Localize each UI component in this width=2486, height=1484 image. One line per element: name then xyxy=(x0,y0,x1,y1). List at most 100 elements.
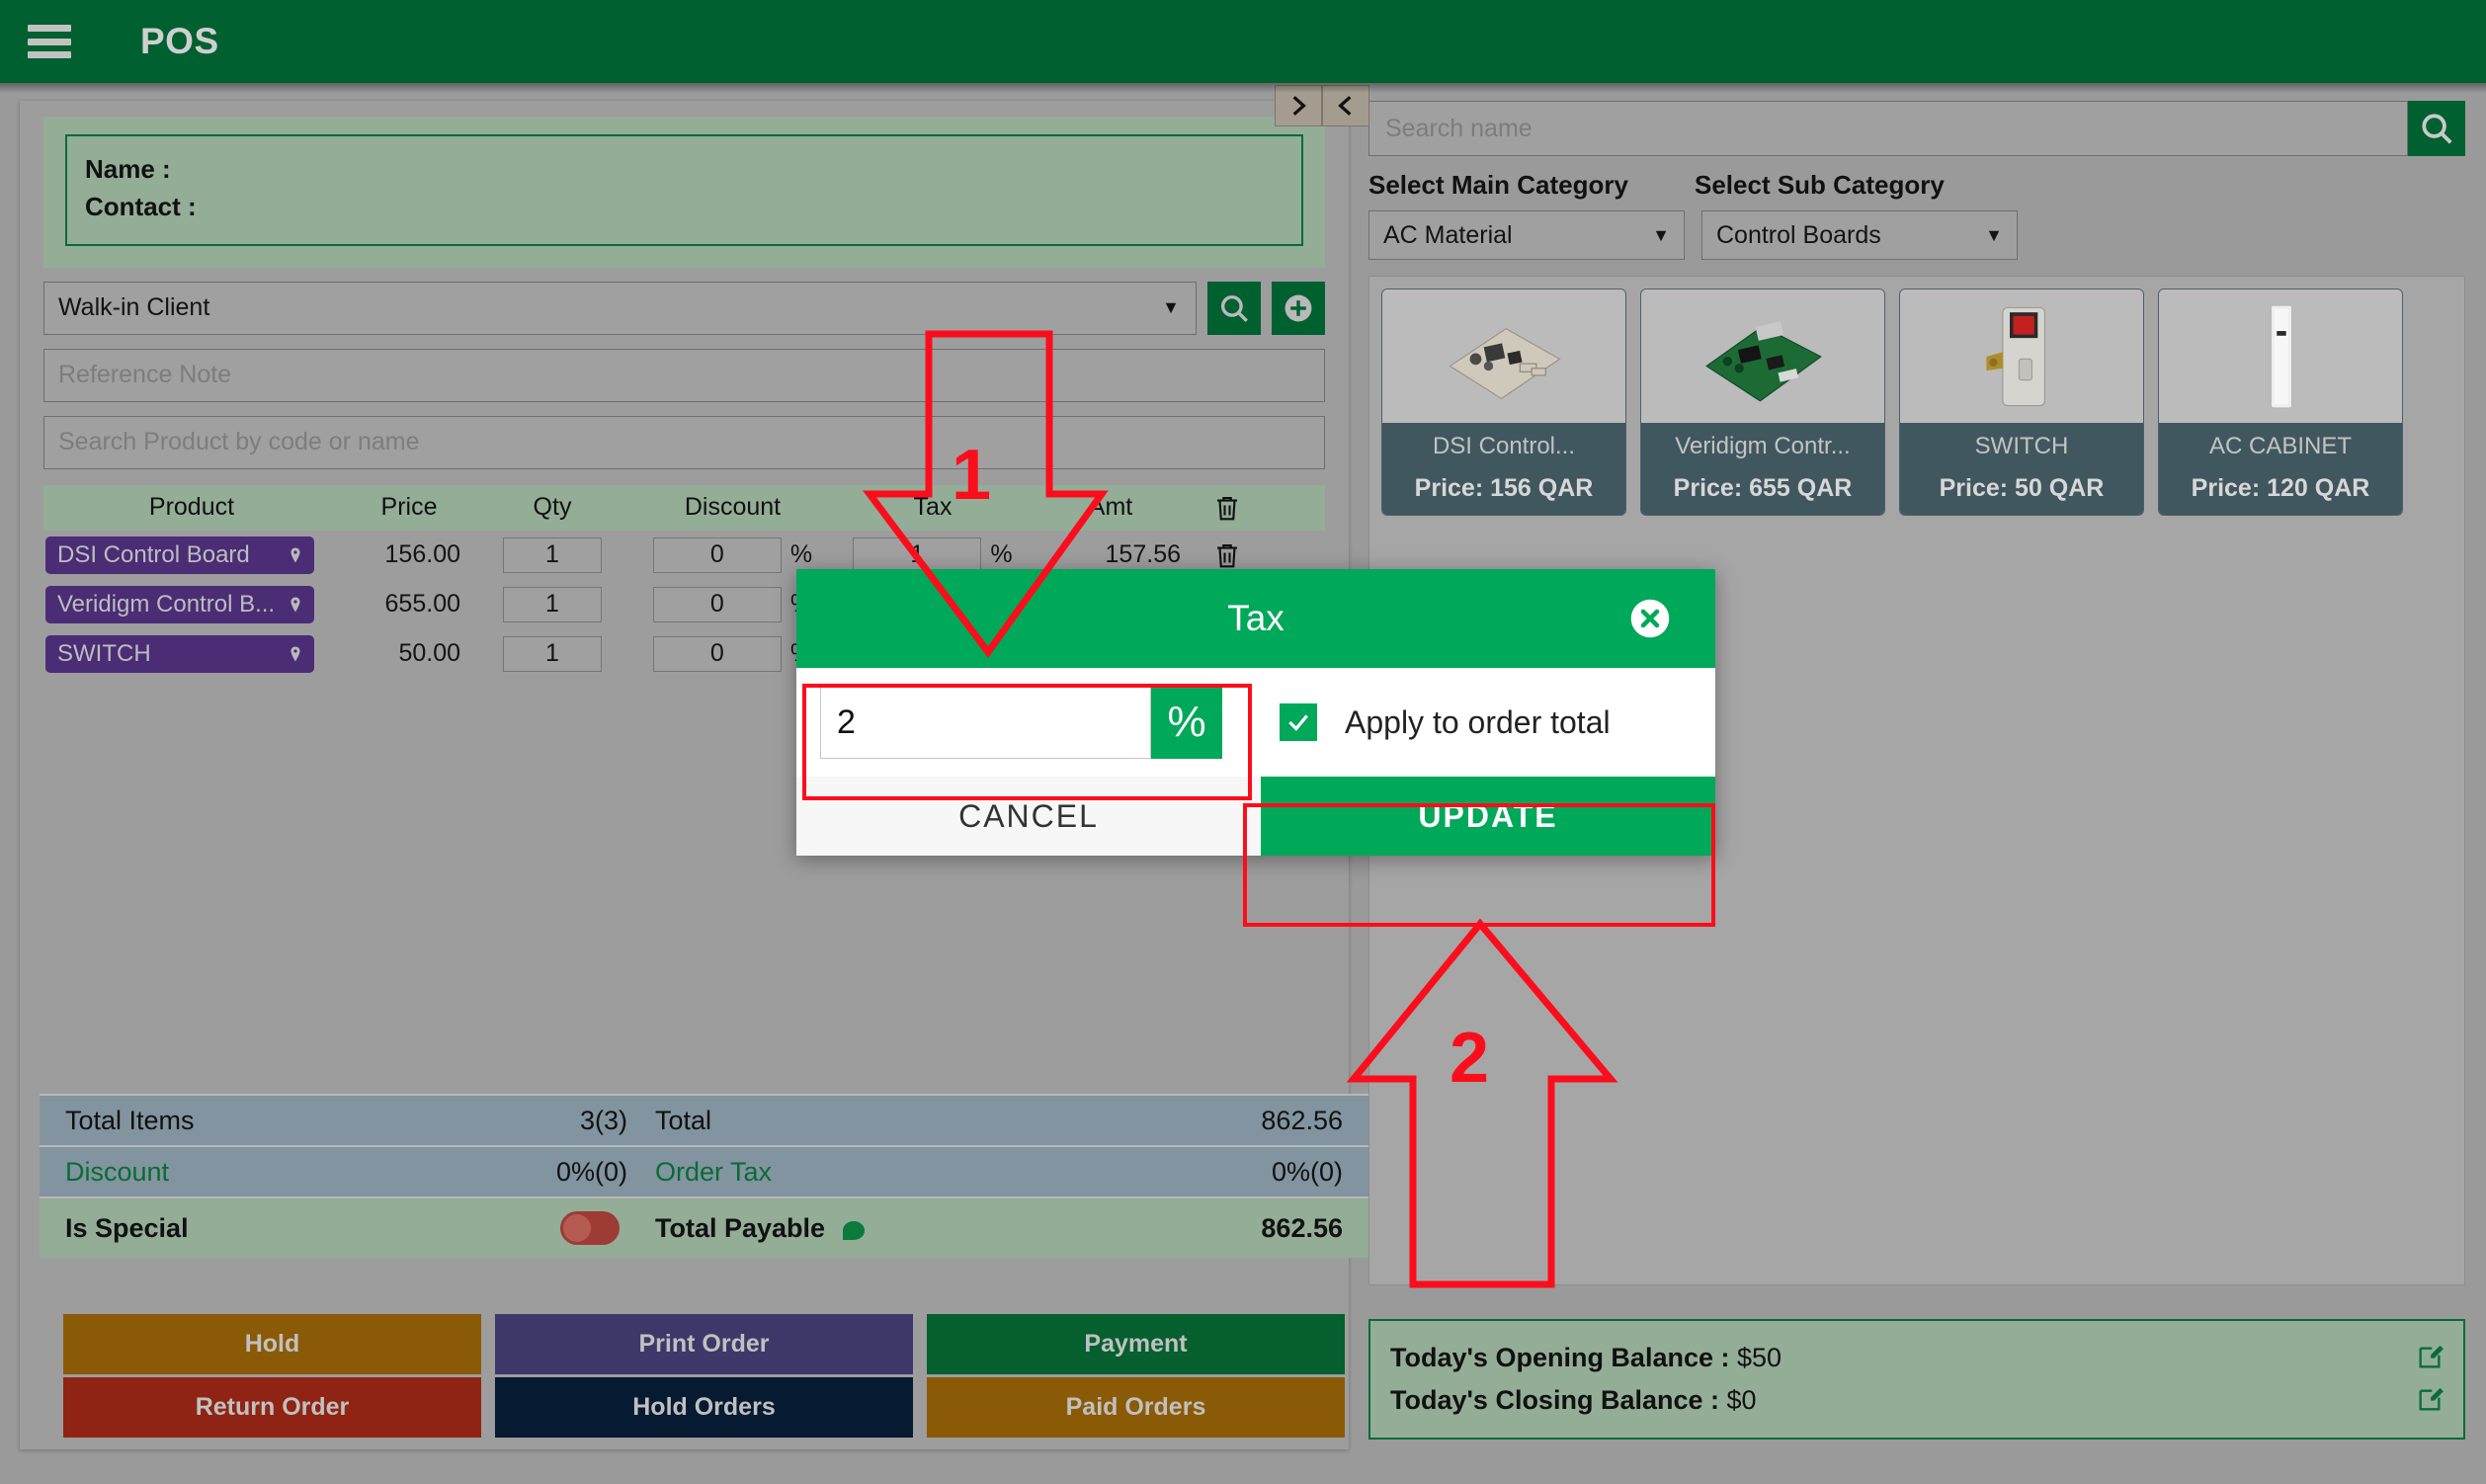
col-qty: Qty xyxy=(533,493,572,522)
cart-price: 655.00 xyxy=(384,590,460,618)
catalog-search-row: Search name xyxy=(1368,101,2465,156)
order-tax-value: 0%(0) xyxy=(1271,1156,1343,1187)
cart-qty-input[interactable]: 1 xyxy=(503,586,602,622)
tax-unit-toggle[interactable]: % xyxy=(1151,686,1222,759)
search-icon xyxy=(2422,114,2452,144)
cart-product-name: DSI Control Board xyxy=(57,540,250,568)
cabinet-image xyxy=(2270,303,2293,409)
total-items-value: 3(3) xyxy=(579,1105,627,1135)
page-title: POS xyxy=(140,21,219,61)
discount-value: 0%(0) xyxy=(555,1156,627,1187)
balance-box: Today's Opening Balance : $50 Today's Cl… xyxy=(1368,1318,2465,1440)
product-card[interactable]: AC CABINET Price: 120 QAR xyxy=(2158,289,2403,516)
cart-product-tag[interactable]: SWITCH xyxy=(45,634,314,673)
product-image xyxy=(2159,289,2402,423)
map-pin-icon xyxy=(290,547,300,563)
add-customer-button[interactable] xyxy=(1272,281,1325,335)
product-image xyxy=(1900,289,2143,423)
product-card[interactable]: SWITCH Price: 50 QAR xyxy=(1899,289,2144,516)
cart-product-tag[interactable]: Veridigm Control B... xyxy=(45,585,314,623)
cart-discount-input[interactable]: 0 xyxy=(652,586,782,622)
col-tax: Tax xyxy=(913,493,953,522)
product-price: Price: 50 QAR xyxy=(1939,474,2105,502)
product-name: Veridigm Contr... xyxy=(1675,433,1851,459)
search-icon xyxy=(1220,294,1248,322)
chevron-down-icon: ▼ xyxy=(1162,297,1180,318)
customer-contact-label: Contact : xyxy=(85,192,197,222)
update-button[interactable]: UPDATE xyxy=(1261,777,1715,856)
clear-cart-button[interactable] xyxy=(1195,492,1260,524)
col-amt: Amt xyxy=(1088,493,1133,522)
opening-balance-value: $50 xyxy=(1737,1342,1782,1372)
edit-pencil-icon[interactable] xyxy=(2416,1386,2444,1414)
tax-input-group: 2 % xyxy=(796,668,1246,777)
main-category-label: Select Main Category xyxy=(1368,170,1628,200)
cart-qty-input[interactable]: 1 xyxy=(503,536,602,573)
discount-label[interactable]: Discount xyxy=(40,1157,430,1188)
cart-qty-input[interactable]: 1 xyxy=(503,635,602,672)
total-payable-value: 862.56 xyxy=(1261,1212,1343,1243)
sub-category-select[interactable]: Control Boards ▼ xyxy=(1701,210,2018,260)
cart-product-tag[interactable]: DSI Control Board xyxy=(45,536,314,574)
tax-unit: % xyxy=(990,540,1013,569)
comment-bubble-icon[interactable] xyxy=(842,1220,865,1240)
toggle-knob xyxy=(563,1214,591,1242)
product-image xyxy=(1641,289,1884,423)
opening-balance-row: Today's Opening Balance : $50 xyxy=(1390,1337,2444,1379)
category-selects: AC Material ▼ Control Boards ▼ xyxy=(1368,210,2465,260)
hamburger-menu-icon[interactable] xyxy=(28,25,71,58)
tax-modal: Tax 2 % Apply to order total CANCEL UPDA… xyxy=(796,569,1715,856)
hold-button[interactable]: Hold xyxy=(63,1314,481,1374)
closing-balance-row: Today's Closing Balance : $0 xyxy=(1390,1379,2444,1422)
product-grid: DSI Control... Price: 156 QAR Veridigm C… xyxy=(1381,289,2452,516)
is-special-toggle[interactable] xyxy=(560,1211,620,1245)
chevron-right-icon xyxy=(1292,96,1306,116)
edit-pencil-icon[interactable] xyxy=(2416,1344,2444,1371)
product-price: Price: 655 QAR xyxy=(1673,474,1853,502)
opening-balance-label: Today's Opening Balance : xyxy=(1390,1342,1730,1372)
cancel-button[interactable]: CANCEL xyxy=(796,777,1261,856)
customer-search-button[interactable] xyxy=(1207,281,1261,335)
product-card[interactable]: Veridigm Contr... Price: 655 QAR xyxy=(1640,289,1885,516)
paid-orders-button[interactable]: Paid Orders xyxy=(927,1377,1345,1438)
product-search-input[interactable]: Search Product by code or name xyxy=(43,415,1325,469)
topbar-shadow xyxy=(0,83,2486,93)
product-name: DSI Control... xyxy=(1432,433,1576,459)
cart-price: 50.00 xyxy=(398,639,460,668)
tax-value-input[interactable]: 2 xyxy=(820,686,1151,759)
order-tax-label[interactable]: Order Tax xyxy=(627,1157,983,1188)
reference-note-input[interactable]: Reference Note xyxy=(43,348,1325,402)
totals-row-special: Is Special Total Payable 862.56 xyxy=(40,1196,1368,1258)
col-price: Price xyxy=(380,493,438,522)
apply-order-total-label: Apply to order total xyxy=(1345,703,1611,740)
col-product: Product xyxy=(148,493,235,522)
apply-order-total-checkbox[interactable] xyxy=(1280,703,1317,741)
pos-application: POS Name : Contact : Walk-in Client ▼ Re… xyxy=(0,0,2486,1484)
col-discount: Discount xyxy=(684,493,782,522)
total-value: 862.56 xyxy=(1261,1105,1343,1135)
hold-orders-button[interactable]: Hold Orders xyxy=(495,1377,913,1438)
main-category-select[interactable]: AC Material ▼ xyxy=(1368,210,1685,260)
closing-balance-value: $0 xyxy=(1726,1384,1757,1415)
chevron-down-icon: ▼ xyxy=(1652,224,1670,245)
close-circle-icon[interactable] xyxy=(1629,598,1671,639)
catalog-search-input[interactable]: Search name xyxy=(1368,101,2408,156)
map-pin-icon xyxy=(290,597,300,613)
catalog-search-button[interactable] xyxy=(2408,101,2465,156)
circuit-board-image xyxy=(1705,320,1823,402)
category-labels: Select Main Category Select Sub Category xyxy=(1368,170,2465,201)
cart-discount-input[interactable]: 0 xyxy=(652,635,782,672)
return-order-button[interactable]: Return Order xyxy=(63,1377,481,1438)
tax-modal-header: Tax xyxy=(796,569,1715,668)
closing-balance-label: Today's Closing Balance : xyxy=(1390,1384,1719,1415)
print-order-button[interactable]: Print Order xyxy=(495,1314,913,1374)
payment-button[interactable]: Payment xyxy=(927,1314,1345,1374)
product-name: SWITCH xyxy=(1974,433,2069,459)
customer-select[interactable]: Walk-in Client ▼ xyxy=(43,281,1197,335)
cart-tax-input[interactable]: 1 xyxy=(853,536,982,573)
product-card[interactable]: DSI Control... Price: 156 QAR xyxy=(1381,289,1626,516)
trash-icon xyxy=(1217,496,1237,521)
check-icon xyxy=(1288,714,1308,731)
cart-discount-input[interactable]: 0 xyxy=(652,536,782,573)
product-image xyxy=(1382,289,1625,423)
